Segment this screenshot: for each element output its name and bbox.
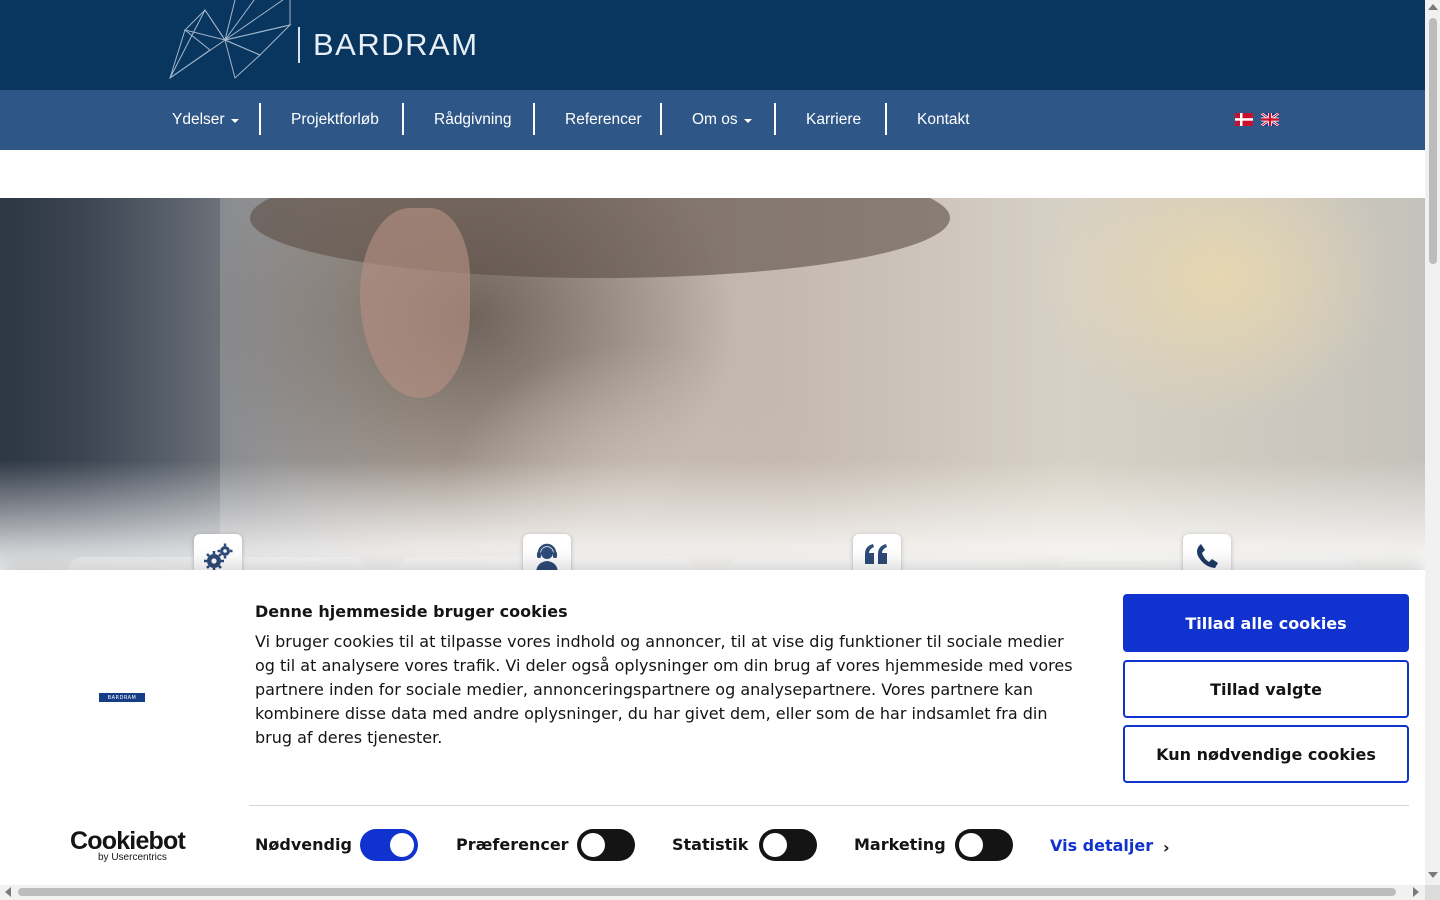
nav-item-projektforloeb[interactable]: Projektforløb xyxy=(291,90,379,150)
nav-separator xyxy=(259,103,261,135)
da-flag-icon[interactable] xyxy=(1235,113,1253,126)
nav-item-label: Ydelser xyxy=(172,111,225,128)
caret-down-icon xyxy=(230,119,239,123)
nav-separator xyxy=(774,103,776,135)
toggle-label-preferences: Præferencer xyxy=(456,835,569,854)
chevron-right-icon[interactable]: › xyxy=(1163,838,1170,857)
nav-item-kontakt[interactable]: Kontakt xyxy=(917,90,970,150)
nav-separator xyxy=(402,103,404,135)
nav-separator xyxy=(533,103,535,135)
nav-item-label: Karriere xyxy=(806,111,862,128)
scroll-left-icon[interactable] xyxy=(5,887,11,897)
site-header: BARDRAM xyxy=(0,0,1425,90)
toggle-knob xyxy=(763,833,787,857)
nav-item-referencer[interactable]: Referencer xyxy=(565,90,642,150)
show-details-link[interactable]: Vis detaljer xyxy=(1050,836,1153,855)
en-flag-icon[interactable] xyxy=(1261,113,1279,126)
cookie-description: Vi bruger cookies til at tilpasse vores … xyxy=(255,632,1073,747)
nav-item-label: Rådgivning xyxy=(434,111,512,128)
nav-item-label: Kontakt xyxy=(917,111,970,128)
nav-item-karriere[interactable]: Karriere xyxy=(806,90,861,150)
caret-down-icon xyxy=(743,119,752,123)
toggle-necessary[interactable] xyxy=(360,829,418,861)
cookiebot-wordmark: Cookiebot xyxy=(70,827,186,855)
main-nav: Ydelser Projektforløb Rådgivning Referen… xyxy=(0,90,1425,150)
toggle-label-statistics: Statistik xyxy=(672,835,749,854)
site-logo: BARDRAM xyxy=(99,693,145,702)
nav-item-ydelser[interactable]: Ydelser xyxy=(172,90,239,150)
logo-mark-icon[interactable] xyxy=(165,0,295,80)
scroll-up-icon[interactable] xyxy=(1428,4,1438,10)
hero-hair-shape xyxy=(250,198,950,278)
cookie-divider xyxy=(249,805,1409,806)
toggle-knob xyxy=(959,833,983,857)
vertical-scroll-thumb[interactable] xyxy=(1429,18,1437,264)
toggle-label-marketing: Marketing xyxy=(854,835,946,854)
nav-item-om-os[interactable]: Om os xyxy=(692,90,752,150)
toggle-statistics[interactable] xyxy=(759,829,817,861)
scroll-down-icon[interactable] xyxy=(1428,872,1438,878)
toggle-marketing[interactable] xyxy=(955,829,1013,861)
necessary-only-button[interactable]: Kun nødvendige cookies xyxy=(1123,725,1409,783)
nav-item-raadgivning[interactable]: Rådgivning xyxy=(434,90,512,150)
scrollbar-corner xyxy=(1425,885,1440,900)
toggle-knob xyxy=(390,833,414,857)
nav-separator xyxy=(660,103,662,135)
nav-separator xyxy=(885,103,887,135)
nav-item-label: Referencer xyxy=(565,111,642,128)
nav-item-label: Om os xyxy=(692,111,738,128)
hero-image xyxy=(0,198,1425,570)
toggle-knob xyxy=(581,833,605,857)
horizontal-scroll-thumb[interactable] xyxy=(18,888,1396,896)
cookiebot-logo[interactable]: Cookiebot by Usercentrics xyxy=(70,827,186,863)
toggle-label-necessary: Nødvendig xyxy=(255,835,352,854)
cookie-title: Denne hjemmeside bruger cookies xyxy=(255,602,568,621)
brand-logo-text[interactable]: BARDRAM xyxy=(313,27,479,63)
logo-divider xyxy=(298,27,300,63)
cookie-banner: BARDRAM Denne hjemmeside bruger cookies … xyxy=(0,570,1425,900)
nav-item-label: Projektforløb xyxy=(291,111,379,128)
hero-ear-shape xyxy=(360,208,470,398)
toggle-preferences[interactable] xyxy=(577,829,635,861)
allow-all-cookies-button[interactable]: Tillad alle cookies xyxy=(1123,594,1409,652)
allow-selected-button[interactable]: Tillad valgte xyxy=(1123,660,1409,718)
scroll-right-icon[interactable] xyxy=(1413,887,1419,897)
